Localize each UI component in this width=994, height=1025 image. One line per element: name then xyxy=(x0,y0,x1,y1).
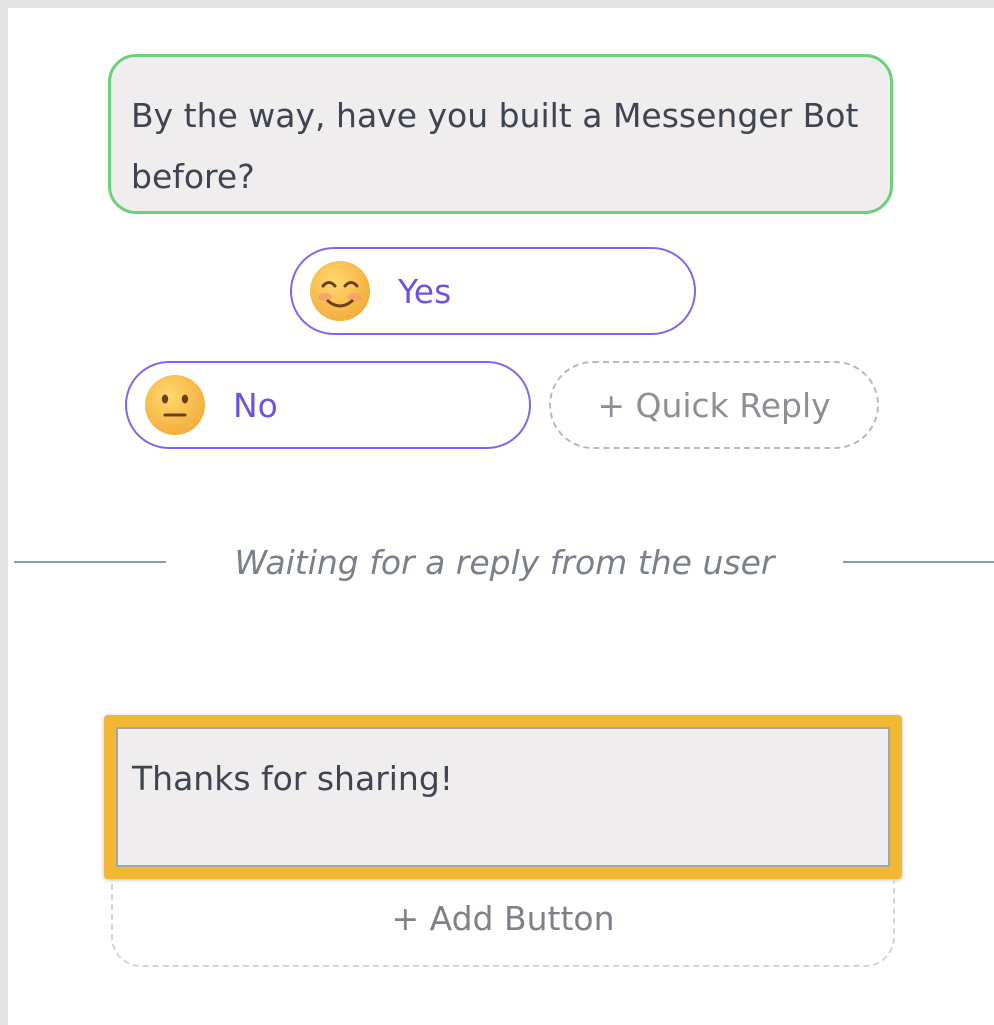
divider-line xyxy=(14,561,166,563)
waiting-status: Waiting for a reply from the user xyxy=(234,543,775,582)
neutral-face-icon xyxy=(143,373,207,437)
smiling-face-icon xyxy=(308,259,372,323)
quick-reply-no[interactable]: No xyxy=(125,361,531,449)
text-card-content[interactable]: Thanks for sharing! xyxy=(132,759,453,798)
message-text[interactable]: By the way, have you built a Messenger B… xyxy=(131,96,858,196)
add-button[interactable]: + Add Button xyxy=(111,879,895,967)
add-quick-reply-button[interactable]: + Quick Reply xyxy=(549,361,879,449)
message-bubble[interactable]: By the way, have you built a Messenger B… xyxy=(108,54,893,214)
text-message-card[interactable]: Thanks for sharing! xyxy=(104,715,902,879)
quick-reply-label: No xyxy=(233,385,278,425)
flow-editor-canvas: By the way, have you built a Messenger B… xyxy=(0,0,994,1025)
quick-reply-label: Yes xyxy=(398,271,452,311)
divider-line xyxy=(843,561,994,563)
quick-reply-yes[interactable]: Yes xyxy=(290,247,696,335)
